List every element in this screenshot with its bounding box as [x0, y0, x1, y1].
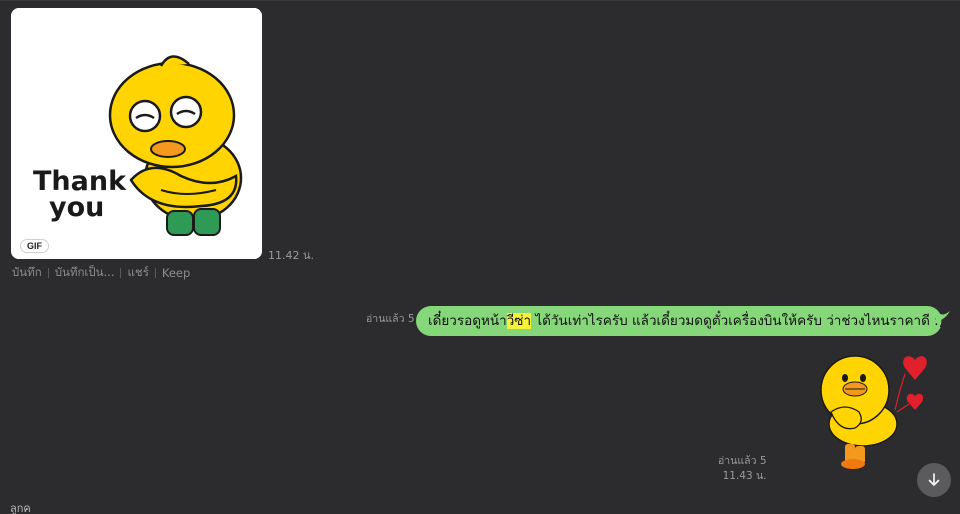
- chat-view: Thank you GIF 11.42 น. บันทึก บันทึกเป็น…: [0, 0, 960, 514]
- duck-sticker-image: [820, 355, 927, 469]
- gif-sticker-message[interactable]: Thank you GIF: [11, 8, 262, 259]
- sticker-meta: อ่านแล้ว 5 11.43 น.: [718, 454, 767, 484]
- read-status: อ่านแล้ว 5: [366, 313, 415, 325]
- arrow-down-icon: [928, 473, 940, 486]
- gif-badge: GIF: [20, 239, 49, 253]
- divider: [47, 268, 49, 278]
- duck-heart-sticker[interactable]: [815, 352, 935, 472]
- read-status: อ่านแล้ว 5: [718, 455, 767, 467]
- message-time: 11.43 น.: [722, 470, 767, 482]
- outgoing-message-bubble[interactable]: เดี๋ยวรอดูหน้าวีซ่า ได้วันเท่าไรครับ แล้…: [416, 306, 942, 336]
- gif-text-you: you: [49, 192, 104, 223]
- divider: [154, 268, 156, 278]
- message-text: ได้วันเท่าไรครับ แล้วเดี๋ยวมดดูตั๋วเครื่…: [531, 313, 942, 329]
- message-text: เดี๋ยวรอดูหน้า: [428, 313, 507, 329]
- search-highlight: วีซ่า: [506, 313, 532, 329]
- save-action[interactable]: บันทึก: [12, 264, 42, 282]
- bubble-tail: [936, 309, 950, 321]
- divider: [0, 0, 960, 1]
- save-as-action[interactable]: บันทึกเป็น...: [55, 264, 115, 282]
- partial-message-text: ลูกค: [10, 502, 31, 514]
- thank-you-duck-gif: Thank you: [11, 8, 262, 259]
- divider: [120, 268, 122, 278]
- share-action[interactable]: แชร์: [127, 264, 148, 282]
- keep-action[interactable]: Keep: [162, 266, 190, 280]
- scroll-to-bottom-button[interactable]: [917, 463, 951, 497]
- media-actions: บันทึก บันทึกเป็น... แชร์ Keep: [12, 264, 190, 282]
- message-time: 11.42 น.: [268, 249, 315, 262]
